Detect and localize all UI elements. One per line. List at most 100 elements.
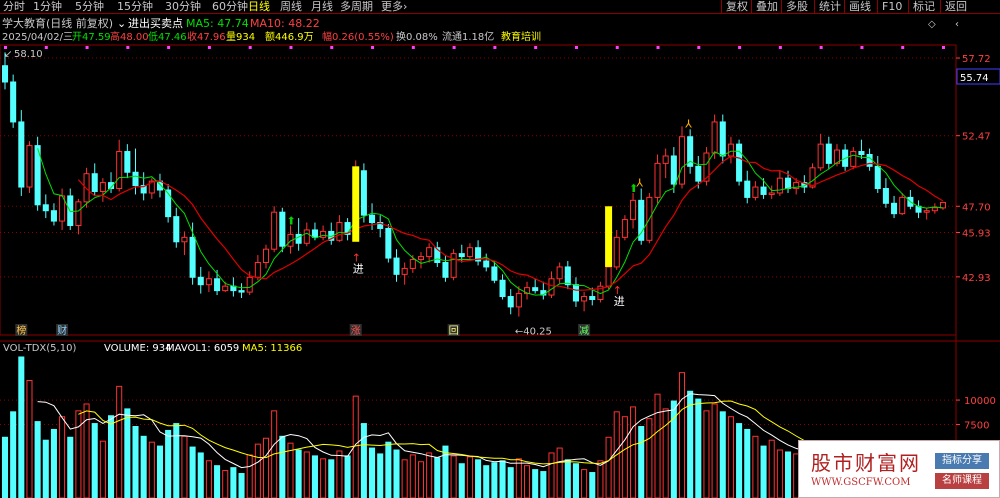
chart-stage[interactable]: 42.9345.9347.7052.4757.72 750010000 ↑进↑进… — [0, 0, 1000, 498]
period-tab[interactable]: 更多› — [381, 0, 407, 14]
candle-body — [589, 296, 596, 300]
volume-bar — [124, 408, 131, 498]
candle-body — [181, 236, 188, 243]
event-marker-label: 回 — [449, 325, 459, 337]
volume-bar — [18, 356, 25, 498]
marker-dot — [85, 46, 89, 49]
candle-body — [173, 216, 180, 243]
volume-bar — [108, 415, 115, 498]
candle-body — [311, 229, 318, 238]
volume-bar — [205, 460, 212, 498]
period-tab[interactable]: 60分钟 — [212, 0, 248, 14]
period-tab[interactable]: 周线 — [280, 0, 302, 14]
marker-dot — [697, 46, 701, 49]
candle-body — [303, 229, 310, 244]
candle-body — [75, 201, 82, 227]
period-tab[interactable]: 5分钟 — [75, 0, 104, 14]
candle-body — [809, 167, 816, 188]
watermark: 股市财富网 WWW.GSCFW.COM 指标分享 名师课程 — [798, 440, 1000, 498]
period-tab[interactable]: 30分钟 — [165, 0, 201, 14]
volume-bar — [475, 459, 482, 498]
volume-bar — [295, 449, 302, 498]
volume-bar — [320, 458, 327, 498]
volume-bar — [328, 459, 335, 498]
volume-bar — [197, 452, 204, 498]
volume-bar — [303, 451, 310, 498]
toolbar-button[interactable]: 返回 — [940, 0, 971, 14]
candle-body — [238, 290, 245, 293]
indicator-dropdown[interactable]: ⌄ — [117, 17, 126, 30]
signal-bar — [605, 206, 613, 267]
signal-bar — [352, 166, 360, 242]
volume-bar — [703, 410, 710, 498]
stock-title: 学大教育(日线 前复权) — [2, 16, 113, 30]
current-price-value: 55.74 — [960, 73, 989, 84]
volume-bar — [581, 469, 588, 498]
candle-body — [630, 199, 637, 221]
marker-dot — [534, 46, 538, 49]
volume-bar — [687, 390, 694, 498]
marker-dot — [942, 46, 945, 49]
candle-body — [189, 236, 196, 278]
volume-bar — [369, 447, 376, 498]
volume-bar — [458, 463, 465, 498]
volume-bar — [678, 372, 686, 498]
candle-body — [91, 173, 98, 192]
period-tab[interactable]: 15分钟 — [117, 0, 153, 14]
volume-bar — [638, 426, 645, 498]
marker-dot — [452, 46, 456, 49]
period-tab[interactable]: 多周期 — [340, 0, 373, 14]
marker-dot — [819, 46, 823, 49]
volume-axis: 7500 10000 — [964, 396, 996, 431]
event-marker-label: 榜 — [16, 324, 26, 337]
volume-bar — [597, 460, 604, 498]
candle-body — [695, 165, 702, 182]
volume-bar — [336, 450, 343, 498]
candle-body — [744, 180, 751, 198]
volume-bar — [605, 436, 612, 498]
mavol1-readout: MAVOL1: 6059 — [166, 343, 239, 354]
volume-bar — [189, 446, 196, 498]
candle-body — [10, 81, 17, 123]
diamond-icon[interactable]: ◇ — [928, 19, 936, 30]
volume-bar — [499, 460, 506, 498]
quote-close: 收47.96 — [187, 30, 226, 43]
candle-body — [556, 266, 563, 280]
toolbar-button[interactable]: 复权 — [721, 0, 752, 14]
volume-bar — [507, 467, 514, 498]
period-tab[interactable]: 日线 — [248, 0, 270, 14]
candle-body — [581, 296, 588, 302]
volume-indicator-name[interactable]: VOL-TDX(5,10) — [3, 343, 76, 354]
toolbar-button[interactable]: 统计 — [814, 0, 845, 14]
toolbar-button[interactable]: 画线 — [844, 0, 875, 14]
candle-body — [572, 284, 579, 302]
marker-dot — [411, 46, 415, 49]
chevron-left-icon[interactable]: ‹ — [955, 19, 959, 30]
volume-bar — [99, 440, 106, 498]
watermark-logo: 股市财富网 — [811, 451, 921, 475]
candle-body — [417, 256, 425, 261]
period-tab[interactable]: 1分钟 — [33, 0, 62, 14]
candle-body — [83, 173, 90, 203]
volume-bar — [695, 398, 702, 498]
candle-body — [891, 202, 898, 215]
toolbar-button[interactable]: 标记 — [908, 0, 939, 14]
toolbar-button[interactable]: 叠加 — [751, 0, 782, 14]
sell-signal-icon: ⅄ — [685, 117, 692, 130]
toolbar-button[interactable]: F10 — [877, 0, 906, 14]
toolbar-button[interactable]: 多股 — [781, 0, 812, 14]
high-arrow-icon: ↙ — [4, 49, 12, 60]
quote-sector[interactable]: 教育培训 — [501, 30, 541, 43]
indicator-name[interactable]: 进出买卖点 — [128, 16, 183, 30]
candle-body — [271, 211, 278, 250]
volume-bar — [483, 465, 490, 498]
quote-turnover: 换0.08% — [396, 30, 438, 43]
period-tab[interactable]: 分时 — [3, 0, 25, 14]
volume-bar — [760, 445, 767, 498]
volume-bar — [116, 385, 123, 498]
volume-bar — [344, 455, 351, 498]
event-marker-label: 减 — [579, 325, 589, 337]
buy-signal-label: 进 — [353, 262, 364, 275]
dot-markers — [4, 46, 945, 49]
period-tab[interactable]: 月线 — [311, 0, 333, 14]
